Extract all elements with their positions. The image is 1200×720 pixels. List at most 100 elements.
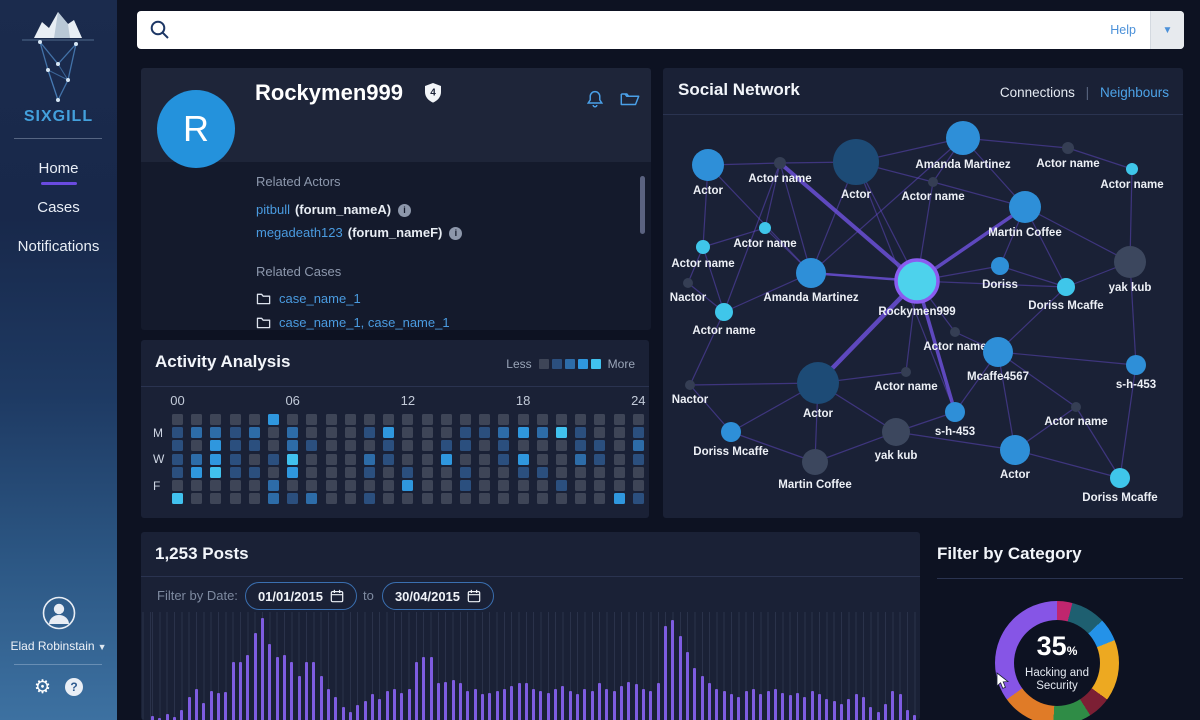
heatmap-cell xyxy=(210,440,221,451)
heatmap-cell xyxy=(326,440,337,451)
related-actor-row: pitbull(forum_nameA)i xyxy=(256,202,462,217)
graph-node-actor[interactable] xyxy=(1000,435,1030,465)
graph-node-martin-coffee[interactable] xyxy=(1009,191,1041,223)
hour-label: 06 xyxy=(285,393,299,408)
post-count-bar xyxy=(576,694,579,720)
graph-node-amanda-martinez[interactable] xyxy=(946,121,980,155)
graph-node-doriss-mcaffe[interactable] xyxy=(1057,278,1075,296)
activity-heatmap: 0006121824MWF xyxy=(141,414,649,510)
graph-node-s-h-453[interactable] xyxy=(1126,355,1146,375)
search-dropdown-button[interactable]: ▼ xyxy=(1150,11,1184,49)
search-input[interactable] xyxy=(180,21,1096,39)
graph-node-actor-name[interactable] xyxy=(774,157,786,169)
graph-node-actor-name[interactable] xyxy=(1062,142,1074,154)
sidebar-item-notifications[interactable]: Notifications xyxy=(0,228,117,267)
actor-link[interactable]: pitbull xyxy=(256,202,290,217)
graph-node-label: Actor name xyxy=(748,173,811,185)
day-label: M xyxy=(153,426,163,440)
post-count-bar xyxy=(283,655,286,720)
heatmap-cell xyxy=(422,414,433,425)
graph-node-actor-name[interactable] xyxy=(696,240,710,254)
bell-icon[interactable] xyxy=(584,88,606,110)
graph-node-actor-name[interactable] xyxy=(928,177,938,187)
sidebar-nav: Home Cases Notifications xyxy=(0,150,117,267)
graph-node-yak-kub[interactable] xyxy=(882,418,910,446)
case-link[interactable]: case_name_1 xyxy=(256,291,450,306)
graph-node-s-h-453[interactable] xyxy=(945,402,965,422)
date-from-input[interactable]: 01/01/2015 xyxy=(245,582,357,610)
heatmap-cell xyxy=(402,427,413,438)
day-label: F xyxy=(153,479,160,493)
post-count-bar xyxy=(671,620,674,720)
heatmap-cell xyxy=(422,440,433,451)
graph-node-actor[interactable] xyxy=(692,149,724,181)
user-avatar-icon[interactable] xyxy=(42,596,76,630)
heatmap-cell xyxy=(422,427,433,438)
related-cases-title: Related Cases xyxy=(256,264,341,279)
post-count-bar xyxy=(415,662,418,720)
heatmap-cell xyxy=(230,440,241,451)
category-donut-chart[interactable]: 35% Hacking and Security xyxy=(995,601,1119,720)
graph-node-actor-name[interactable] xyxy=(759,222,771,234)
open-case-folder-icon[interactable] xyxy=(619,88,641,110)
graph-node-doriss[interactable] xyxy=(991,257,1009,275)
post-count-bar xyxy=(356,705,359,720)
graph-node-actor-name[interactable] xyxy=(901,367,911,377)
info-icon[interactable]: i xyxy=(449,227,462,240)
graph-node-label: Martin Coffee xyxy=(988,227,1061,239)
graph-node-label: Actor name xyxy=(1044,416,1107,428)
heatmap-cell xyxy=(460,427,471,438)
heatmap-cell xyxy=(537,427,548,438)
graph-node-nactor[interactable] xyxy=(685,380,695,390)
actor-link[interactable]: megadeath123 xyxy=(256,225,343,240)
graph-node-actor[interactable] xyxy=(797,362,839,404)
help-link[interactable]: Help xyxy=(1110,23,1136,37)
graph-node-nactor[interactable] xyxy=(683,278,693,288)
graph-node-rockymen999[interactable] xyxy=(896,260,938,302)
sidebar-item-cases[interactable]: Cases xyxy=(0,189,117,228)
sidebar-item-label: Cases xyxy=(37,199,80,216)
heatmap-cell xyxy=(422,480,433,491)
post-count-bar xyxy=(803,697,806,720)
graph-node-doriss-mcaffe[interactable] xyxy=(721,422,741,442)
graph-node-actor-name[interactable] xyxy=(1071,402,1081,412)
heatmap-cell xyxy=(633,467,644,478)
post-count-bar xyxy=(840,704,843,720)
graph-node-amanda-martinez[interactable] xyxy=(796,258,826,288)
post-count-bar xyxy=(246,655,249,720)
graph-node-label: Actor name xyxy=(1100,179,1163,191)
heatmap-cell xyxy=(345,414,356,425)
graph-node-martin-coffee[interactable] xyxy=(802,449,828,475)
gear-icon[interactable]: ⚙ xyxy=(34,678,51,698)
graph-node-actor-name[interactable] xyxy=(1126,163,1138,175)
post-count-bar xyxy=(583,689,586,720)
heatmap-cell xyxy=(210,414,221,425)
graph-node-actor-name[interactable] xyxy=(950,327,960,337)
graph-node-yak-kub[interactable] xyxy=(1114,246,1146,278)
graph-node-actor-name[interactable] xyxy=(715,303,733,321)
heatmap-cell xyxy=(249,440,260,451)
post-count-bar xyxy=(210,691,213,720)
graph-node-label: s-h-453 xyxy=(1116,379,1156,391)
post-count-bar xyxy=(561,686,564,720)
heatmap-cell xyxy=(383,440,394,451)
info-icon[interactable]: i xyxy=(398,204,411,217)
legend-square xyxy=(578,359,588,369)
heatmap-cell xyxy=(268,493,279,504)
help-icon[interactable]: ? xyxy=(65,678,83,696)
profile-scrollbar[interactable] xyxy=(640,176,645,234)
graph-node-actor[interactable] xyxy=(833,139,879,185)
heatmap-cell xyxy=(594,480,605,491)
graph-node-label: Nactor xyxy=(672,394,709,406)
sidebar-item-home[interactable]: Home xyxy=(0,150,117,189)
post-count-bar xyxy=(693,668,696,720)
hour-label: 12 xyxy=(401,393,415,408)
date-to-input[interactable]: 30/04/2015 xyxy=(382,582,494,610)
post-count-bar xyxy=(327,689,330,720)
heatmap-cell xyxy=(268,467,279,478)
user-menu[interactable]: Elad Robinstain▼ xyxy=(0,639,117,653)
graph-node-label: s-h-453 xyxy=(935,426,975,438)
graph-node-doriss-mcaffe[interactable] xyxy=(1110,468,1130,488)
case-link[interactable]: case_name_1, case_name_1 xyxy=(256,315,450,330)
graph-node-mcaffe4567[interactable] xyxy=(983,337,1013,367)
